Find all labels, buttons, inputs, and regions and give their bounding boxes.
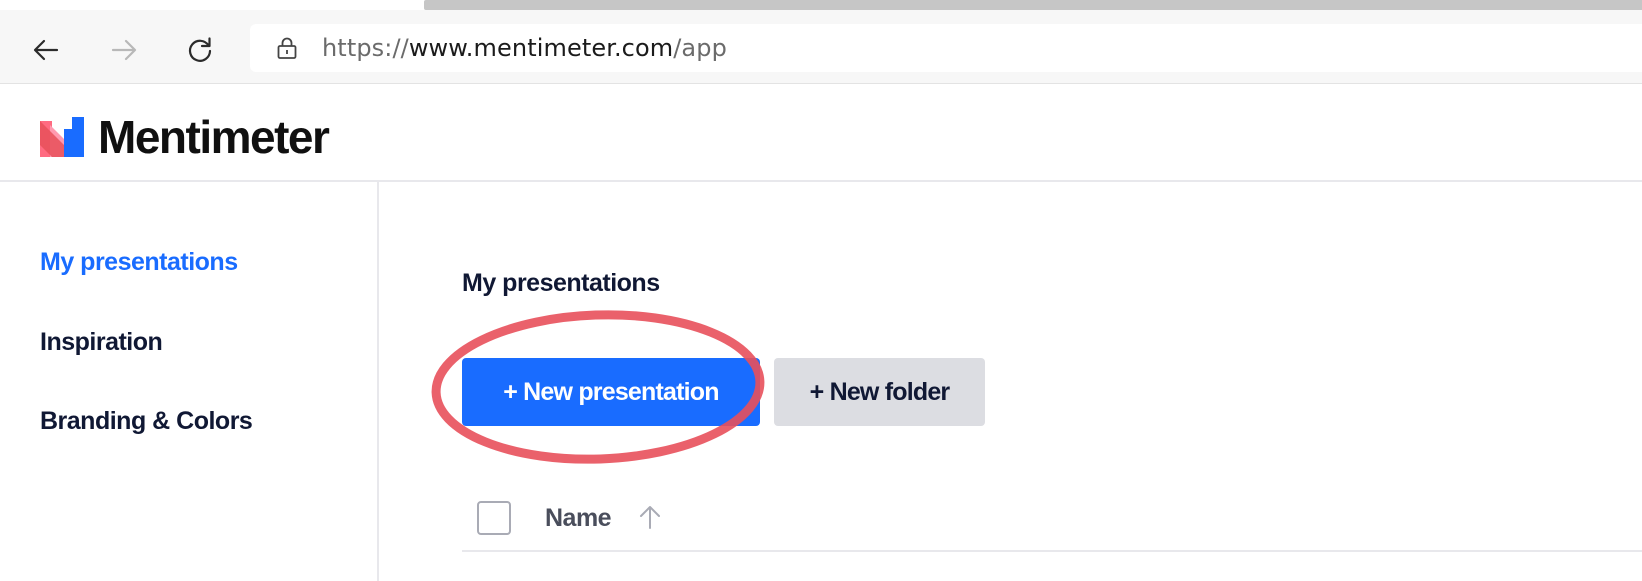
- address-bar[interactable]: https://www.mentimeter.com/app: [250, 24, 1642, 72]
- page-title: My presentations: [462, 269, 660, 297]
- browser-toolbar: https://www.mentimeter.com/app: [0, 10, 1642, 84]
- url-text[interactable]: https://www.mentimeter.com/app: [322, 34, 727, 62]
- sidebar: My presentations Inspiration Branding & …: [0, 182, 379, 581]
- sidebar-item-branding-colors[interactable]: Branding & Colors: [40, 407, 253, 436]
- app-header: Mentimeter: [0, 84, 1642, 182]
- url-path: /app: [673, 34, 727, 62]
- reload-button[interactable]: [182, 32, 218, 68]
- back-button[interactable]: [28, 32, 64, 68]
- sidebar-item-inspiration[interactable]: Inspiration: [40, 328, 163, 357]
- url-host: www.mentimeter.com: [408, 34, 674, 62]
- list-header: Name: [462, 490, 1642, 552]
- lock-icon[interactable]: [276, 36, 298, 60]
- url-protocol: https://: [322, 34, 409, 62]
- name-column-header[interactable]: Name: [545, 504, 612, 533]
- mentimeter-logo[interactable]: Mentimeter: [40, 111, 330, 163]
- logo-text: Mentimeter: [98, 111, 330, 163]
- new-folder-button[interactable]: + New folder: [774, 358, 985, 426]
- mentimeter-logo-icon: [40, 117, 84, 157]
- active-tab-indicator[interactable]: [424, 0, 1642, 10]
- select-all-checkbox[interactable]: [477, 501, 511, 535]
- forward-button[interactable]: [106, 32, 142, 68]
- arrow-left-icon: [33, 39, 59, 61]
- sidebar-item-my-presentations[interactable]: My presentations: [40, 248, 238, 277]
- arrow-right-icon: [111, 39, 137, 61]
- arrow-up-icon[interactable]: [637, 503, 663, 531]
- new-presentation-button[interactable]: + New presentation: [462, 358, 760, 426]
- reload-icon: [188, 37, 212, 62]
